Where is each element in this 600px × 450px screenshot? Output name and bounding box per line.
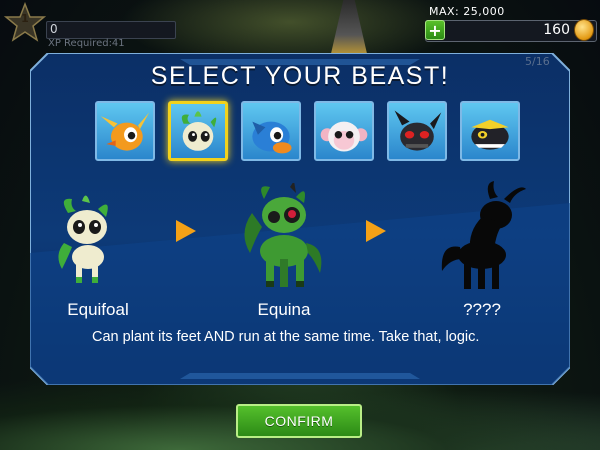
coin-count: 160 bbox=[543, 22, 570, 38]
equifoal-figure bbox=[58, 195, 108, 283]
coin-icon bbox=[574, 19, 594, 41]
coin-max-label: MAX: 25,000 bbox=[429, 5, 505, 18]
xp-bar bbox=[46, 21, 176, 39]
evolution-stage-1-name: Equifoal bbox=[67, 300, 129, 319]
equina-figure bbox=[244, 183, 322, 287]
beast-description: Can plant its feet AND run at the same t… bbox=[92, 329, 480, 345]
xp-required-label: XP Required:41 bbox=[48, 38, 125, 49]
beast-card-leaf-pony[interactable] bbox=[168, 101, 228, 161]
beast-card-orange-bird[interactable] bbox=[95, 101, 155, 161]
evolution-stage-3-name: ???? bbox=[463, 300, 501, 319]
blue-fish-beast-icon bbox=[252, 121, 292, 154]
player-level: 1 bbox=[21, 12, 29, 25]
beast-card-yellow-lizard[interactable] bbox=[460, 101, 520, 161]
beast-card-black-dragon[interactable] bbox=[387, 101, 447, 161]
evolution-stage-2-name: Equina bbox=[257, 300, 311, 319]
evolution-arrow-icon bbox=[366, 220, 386, 242]
leaf-pony-beast-icon bbox=[181, 111, 217, 151]
select-beast-panel: SELECT YOUR BEAST! 5/16 Equifoal Equina … bbox=[30, 53, 570, 385]
panel-title: SELECT YOUR BEAST! bbox=[150, 62, 450, 90]
black-dragon-beast-icon bbox=[394, 110, 442, 151]
confirm-button[interactable]: CONFIRM bbox=[236, 404, 362, 438]
yellow-black-lizard-beast-icon bbox=[471, 119, 509, 150]
pink-monkey-beast-icon bbox=[320, 121, 368, 152]
orange-bird-beast-icon bbox=[100, 112, 150, 151]
add-coins-button[interactable]: + bbox=[425, 20, 445, 40]
page-counter: 5/16 bbox=[525, 55, 550, 68]
evolution-arrow-icon bbox=[176, 220, 196, 242]
beast-card-pink-monkey[interactable] bbox=[314, 101, 374, 161]
unknown-beast-silhouette bbox=[441, 181, 526, 289]
xp-value: 0 bbox=[50, 22, 58, 36]
beast-card-blue-fish[interactable] bbox=[241, 101, 301, 161]
